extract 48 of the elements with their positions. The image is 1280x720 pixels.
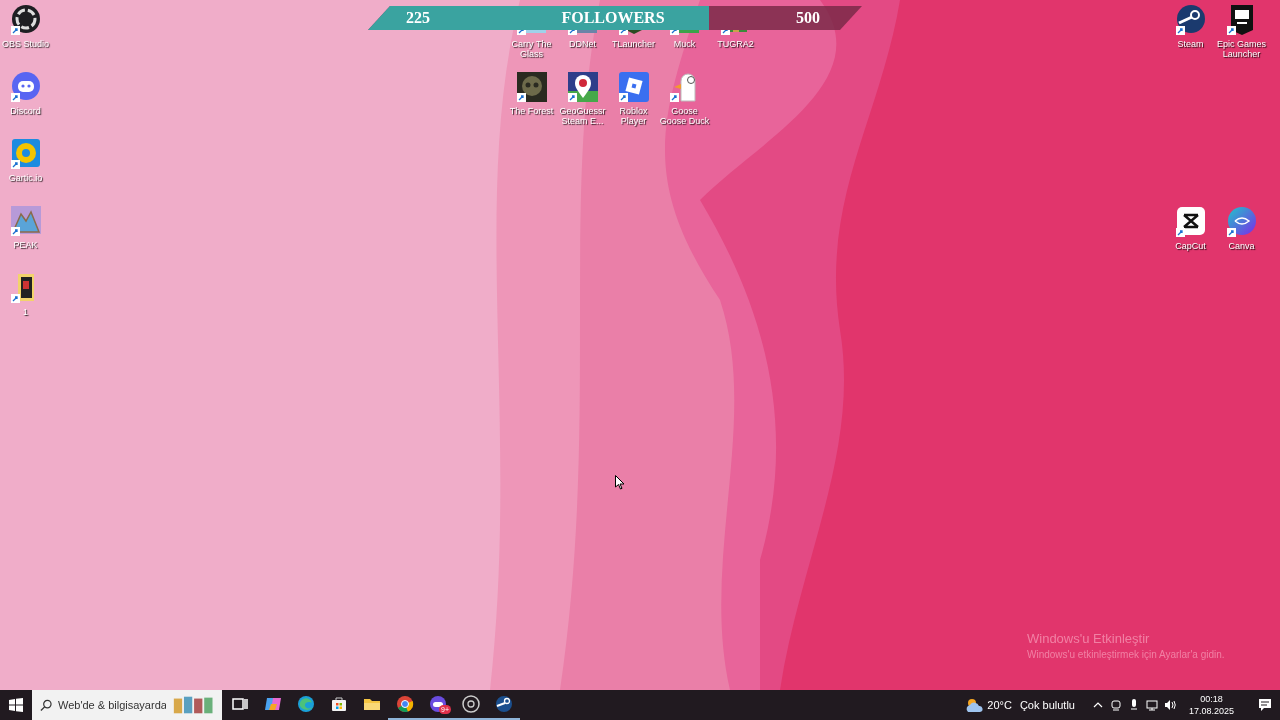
icon-label[interactable]: TLauncher [608, 39, 659, 49]
search-input[interactable]: Web'de & bilgisayarda [57, 699, 166, 711]
windows-logo-icon [9, 698, 23, 712]
circle-logo-icon [460, 694, 481, 714]
icon-label[interactable]: Discord [0, 106, 51, 116]
circle-logo-icon[interactable] [9, 4, 42, 36]
game-logo-icon[interactable] [9, 138, 42, 170]
circle-logo-icon[interactable] [1174, 4, 1207, 36]
icon-label[interactable]: Muck [659, 39, 710, 49]
icon-label[interactable]: TUGRA2 [710, 39, 761, 49]
app-icon[interactable] [515, 71, 548, 103]
icon-label[interactable]: Goose Goose Duck [659, 106, 710, 126]
search-icon [40, 698, 52, 712]
icon-label[interactable]: Gartic.io [0, 173, 51, 183]
icon-label[interactable]: PEAK [0, 240, 51, 250]
chat-logo-icon[interactable] [9, 71, 42, 103]
icon-label[interactable]: Canva [1216, 241, 1267, 251]
network-icon[interactable] [1144, 698, 1159, 712]
icon-label[interactable]: Epic Games Launcher [1216, 39, 1267, 59]
icon-label[interactable]: Roblox Player [608, 106, 659, 126]
icon-label[interactable]: CapCut [1165, 241, 1216, 251]
icon-label[interactable]: DDNet [557, 39, 608, 49]
weather-text[interactable]: Çok bulutlu [1019, 699, 1075, 711]
icon-label[interactable]: OBS Studio [0, 39, 51, 49]
icon-label[interactable]: Steam [1165, 39, 1216, 49]
gamepad-icon [427, 694, 448, 714]
mountain-icon[interactable] [9, 205, 42, 237]
followers-label: FOLLOWERS [561, 9, 665, 27]
speech-bubble-icon [1258, 698, 1272, 712]
icon-label[interactable]: Carry The Glass [506, 39, 557, 59]
activation-title: Windows'u Etkinleştir [1027, 631, 1151, 646]
temperature-text[interactable]: 20°C [987, 699, 1012, 711]
goal-count: 500 [796, 9, 820, 27]
app-icon[interactable] [1174, 206, 1207, 238]
wave-logo-icon [295, 694, 316, 714]
search-bar[interactable]: Web'de & bilgisayarda [32, 690, 222, 720]
mouse-pointer-icon [615, 475, 625, 490]
circle-logo-icon [493, 694, 514, 714]
map-pin-icon[interactable] [566, 71, 599, 103]
clock-button[interactable]: 00:18 17.08.2025 [1186, 690, 1236, 720]
icon-label[interactable]: The Forest [506, 106, 557, 116]
current-count: 225 [406, 9, 430, 27]
icon-label[interactable]: 1 [0, 307, 51, 317]
icon-label[interactable]: GeoGuessr Steam E... [557, 106, 608, 126]
volume-icon[interactable] [1162, 698, 1177, 712]
activation-message: Windows'u etkinleştirmek için Ayarlar'a gidin. [1027, 649, 1225, 660]
circle-logo-icon [394, 694, 415, 714]
cloudy-weather-icon[interactable] [965, 697, 984, 713]
